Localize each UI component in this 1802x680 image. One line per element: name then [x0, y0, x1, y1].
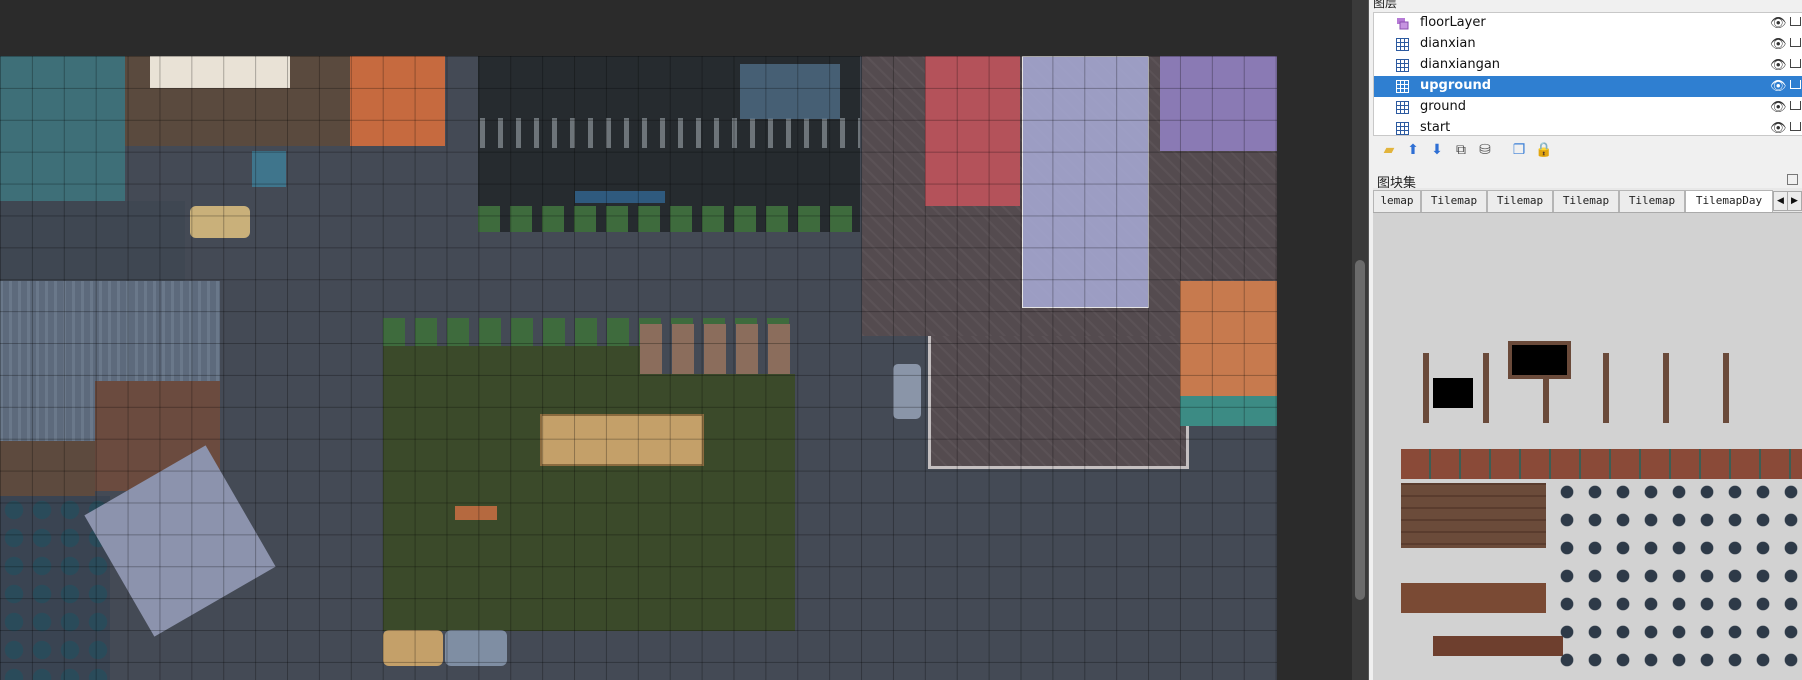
visibility-eye-icon[interactable]: 👁	[1770, 121, 1787, 135]
tile-wood-panels	[1401, 483, 1546, 548]
layer-name: upground	[1420, 78, 1492, 93]
tile-layer-icon	[1396, 38, 1409, 51]
map-parked-car-1	[383, 630, 443, 666]
scrollbar-thumb[interactable]	[1355, 260, 1365, 600]
tileset-tab[interactable]: Tilemap	[1487, 190, 1553, 212]
map-selection-overlay	[1022, 56, 1149, 308]
tile-layer-icon	[1396, 59, 1409, 72]
map-purple-building	[1160, 56, 1277, 151]
tileset-tab-active[interactable]: TilemapDay	[1685, 190, 1773, 212]
new-layer-icon[interactable]: ▰	[1381, 142, 1397, 158]
map-hedge-row-top	[478, 206, 860, 232]
delete-layer-icon[interactable]: ⛁	[1477, 142, 1493, 158]
tileset-tab[interactable]: Tilemap	[1421, 190, 1487, 212]
layer-name: dianxian	[1420, 36, 1476, 51]
visibility-eye-icon[interactable]: 👁	[1770, 37, 1787, 52]
map-vending-machines	[640, 324, 795, 374]
object-layer-icon	[1397, 18, 1409, 30]
visibility-eye-icon[interactable]: 👁	[1770, 79, 1787, 94]
map-plaza-lower	[928, 336, 1189, 469]
panel-float-icon[interactable]	[1787, 174, 1798, 185]
map-highlight-tile	[252, 151, 286, 187]
map-editor-area	[0, 0, 1352, 680]
visibility-eye-icon[interactable]: 👁	[1770, 100, 1787, 115]
map-bench-1	[455, 506, 497, 520]
tileset-tab[interactable]: Tilemap	[1619, 190, 1685, 212]
layer-row-upground[interactable]: upground 👁	[1374, 76, 1802, 97]
layer-name: ground	[1420, 99, 1466, 114]
map-parked-car-3	[893, 364, 921, 419]
show-hide-layers-icon[interactable]: ❐	[1511, 142, 1527, 158]
lower-layer-icon[interactable]: ⬇	[1429, 142, 1445, 158]
tile-black-window-2	[1508, 341, 1571, 379]
lock-icon[interactable]	[1790, 122, 1801, 131]
lock-layer-icon[interactable]: 🔒	[1535, 142, 1552, 158]
layer-name: dianxiangan	[1420, 57, 1501, 72]
tileset-view[interactable]	[1373, 213, 1802, 680]
tile-props	[1553, 478, 1802, 678]
tileset-tab[interactable]: lemap	[1373, 190, 1421, 212]
raise-layer-icon[interactable]: ⬆	[1405, 142, 1421, 158]
tab-scroll-left-button[interactable]: ◀	[1773, 191, 1788, 211]
map-torii-gate	[575, 191, 665, 203]
map-canvas[interactable]	[0, 56, 1277, 680]
layer-row-dianxiangan[interactable]: dianxiangan 👁	[1374, 55, 1802, 76]
tile-layer-icon	[1396, 122, 1409, 135]
map-fence-row	[480, 118, 860, 148]
map-red-building	[925, 56, 1020, 206]
map-excavator	[740, 64, 840, 119]
layers-panel-title: 图层	[1373, 0, 1398, 10]
duplicate-layer-icon[interactable]: ⧉	[1453, 142, 1469, 158]
lock-icon[interactable]	[1790, 17, 1801, 26]
visibility-eye-icon[interactable]: 👁	[1770, 16, 1787, 31]
tile-layer-icon	[1396, 80, 1409, 93]
layer-name: start	[1420, 120, 1451, 135]
layer-toolbar: ▰ ⬆ ⬇ ⧉ ⛁ ❐ 🔒	[1369, 138, 1802, 164]
layer-row-ground[interactable]: ground 👁	[1374, 97, 1802, 118]
map-parked-car-2	[445, 630, 507, 666]
lock-icon[interactable]	[1790, 101, 1801, 110]
map-house-orange-right	[1180, 281, 1277, 426]
layer-row-floorlayer[interactable]: floorLayer 👁	[1374, 13, 1802, 34]
tab-scroll-right-button[interactable]: ▶	[1787, 191, 1802, 211]
tile-black-window	[1433, 378, 1473, 408]
layer-name: floorLayer	[1420, 15, 1486, 30]
tiled-map-editor-window: 图层 floorLayer 👁 dianxian 👁 dianxiangan 👁	[0, 0, 1802, 680]
editor-vertical-scrollbar[interactable]	[1352, 0, 1368, 680]
tile-furniture-row	[1401, 583, 1546, 613]
layers-panel-header: 图层	[1369, 0, 1802, 10]
layer-list[interactable]: floorLayer 👁 dianxian 👁 dianxiangan 👁 up…	[1373, 12, 1802, 136]
map-bus	[540, 414, 704, 466]
lock-icon[interactable]	[1790, 38, 1801, 47]
layer-row-start[interactable]: start 👁	[1374, 118, 1802, 135]
tileset-tabs: lemap Tilemap Tilemap Tilemap Tilemap Ti…	[1373, 188, 1802, 213]
map-park-area	[383, 346, 795, 631]
map-car	[190, 206, 250, 238]
tileset-tab[interactable]: Tilemap	[1553, 190, 1619, 212]
map-canvas-margin	[1277, 56, 1352, 680]
tile-bench-row	[1433, 636, 1563, 656]
right-dock-panel: 图层 floorLayer 👁 dianxian 👁 dianxiangan 👁	[1368, 0, 1802, 680]
lock-icon[interactable]	[1790, 80, 1801, 89]
map-building-orange-roof	[350, 56, 445, 146]
tile-layer-icon	[1396, 101, 1409, 114]
lock-icon[interactable]	[1790, 59, 1801, 68]
map-shop-awning	[150, 56, 290, 88]
layer-row-dianxian[interactable]: dianxian 👁	[1374, 34, 1802, 55]
visibility-eye-icon[interactable]: 👁	[1770, 58, 1787, 73]
tile-brick-strip	[1401, 449, 1802, 479]
